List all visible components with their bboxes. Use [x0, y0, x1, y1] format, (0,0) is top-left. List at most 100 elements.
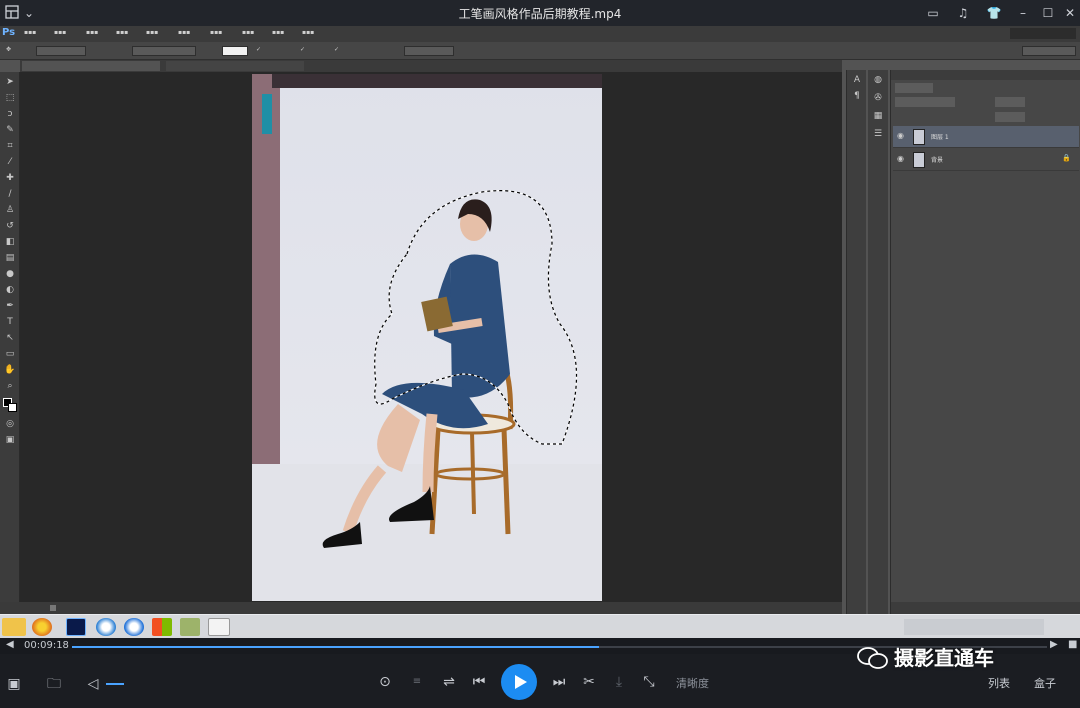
qq-browser-icon[interactable] — [96, 618, 116, 636]
app-window-icon[interactable] — [208, 618, 230, 636]
gallery-icon[interactable] — [180, 618, 200, 636]
box-button[interactable]: 盒子 — [1034, 675, 1056, 691]
ps-menu-item[interactable]: ▪▪▪ — [178, 29, 190, 36]
option-style-select[interactable] — [132, 46, 196, 56]
chat-icon[interactable]: ▭ — [925, 5, 941, 21]
ps-menu-item[interactable]: ▪▪▪ — [242, 29, 254, 36]
browser-icon[interactable] — [32, 618, 52, 636]
blend-mode-select[interactable] — [895, 97, 955, 107]
start-button[interactable] — [2, 618, 26, 636]
visibility-eye-icon[interactable]: ◉ — [897, 154, 904, 163]
eraser-tool-icon[interactable]: ◧ — [4, 236, 16, 248]
brush-tool-icon[interactable]: / — [4, 188, 16, 200]
history-panel-icon[interactable]: ☰ — [872, 128, 884, 140]
hand-tool-icon[interactable]: ✋ — [4, 364, 16, 376]
layers-panel-tabs[interactable] — [891, 70, 1080, 80]
rewind-icon[interactable]: ◀ — [6, 639, 14, 650]
scissors-icon[interactable]: ✂ — [580, 674, 598, 690]
bell-icon[interactable]: ♫ — [955, 5, 971, 21]
status-info-icon[interactable] — [50, 605, 56, 611]
stop-icon[interactable]: ■ — [1068, 639, 1077, 650]
layer-row[interactable]: ◉ 背景 🔒 — [893, 149, 1079, 171]
ps-window-controls[interactable] — [1010, 28, 1076, 39]
next-icon[interactable]: ⏭ — [550, 674, 568, 690]
workspace-select[interactable] — [1022, 46, 1076, 56]
3d-glasses-icon[interactable]: ⊙ — [376, 674, 394, 690]
minimize-icon[interactable]: – — [1015, 5, 1031, 21]
library-icon[interactable]: ▣ — [6, 676, 22, 692]
gradient-tool-icon[interactable]: ▤ — [4, 252, 16, 264]
paragraph-panel-icon[interactable]: ¶ — [851, 90, 863, 102]
color-panel-icon[interactable]: ◍ — [872, 74, 884, 86]
equalizer-icon[interactable]: ⇌ — [440, 674, 458, 690]
dodge-tool-icon[interactable]: ◐ — [4, 284, 16, 296]
ps-menu-item[interactable]: ▪▪▪ — [146, 29, 158, 36]
clarity-button[interactable]: 清晰度 — [676, 675, 709, 691]
option-mode-group[interactable] — [36, 46, 86, 56]
path-select-icon[interactable]: ↖ — [4, 332, 16, 344]
shape-tool-icon[interactable]: ▭ — [4, 348, 16, 360]
ps-menu-item[interactable]: ▪▪▪ — [116, 29, 128, 36]
option-checkbox[interactable]: ✓ — [334, 46, 339, 53]
play-button[interactable] — [501, 664, 537, 700]
history-brush-icon[interactable]: ↺ — [4, 220, 16, 232]
ps-menu-item[interactable]: ▪▪▪ — [272, 29, 284, 36]
ps-options-bar: ✥ ✓ ✓ ✓ — [0, 42, 1080, 60]
type-tool-icon[interactable]: T — [4, 316, 16, 328]
lasso-tool-icon[interactable]: ↄ — [4, 108, 16, 120]
character-panel-icon[interactable]: A — [851, 74, 863, 86]
screen-mode-icon[interactable]: ▣ — [4, 434, 16, 446]
system-tray[interactable] — [904, 619, 1044, 635]
marquee-tool-icon[interactable]: ⬚ — [4, 92, 16, 104]
eyedropper-tool-icon[interactable]: ⁄ — [4, 156, 16, 168]
quick-mask-icon[interactable]: ◎ — [4, 418, 16, 430]
photoshop-window: Ps ▪▪▪ ▪▪▪ ▪▪▪ ▪▪▪ ▪▪▪ ▪▪▪ ▪▪▪ ▪▪▪ ▪▪▪ ▪… — [0, 26, 1080, 615]
ps-menu-item[interactable]: ▪▪▪ — [54, 29, 66, 36]
open-folder-icon[interactable]: 🗀 — [46, 676, 62, 692]
fullscreen-icon[interactable]: ⤡ — [640, 674, 658, 690]
ps-menu-item[interactable]: ▪▪▪ — [210, 29, 222, 36]
doc-tab-active[interactable] — [22, 61, 160, 71]
lasso-tool-icon[interactable]: ✥ — [6, 46, 11, 53]
doc-tab[interactable] — [166, 61, 304, 71]
layer-filter-select[interactable] — [895, 83, 933, 93]
previous-icon[interactable]: ⏮ — [470, 674, 488, 690]
list-button[interactable]: 列表 — [988, 675, 1010, 691]
photoshop-taskbar-icon[interactable] — [66, 618, 86, 636]
ps-menu-item[interactable]: ▪▪▪ — [24, 29, 36, 36]
layers-footer-buttons[interactable] — [891, 602, 1080, 614]
background-color-swatch[interactable] — [8, 403, 17, 412]
adjust-panel-icon[interactable]: ✇ — [872, 92, 884, 104]
refine-edge-button[interactable] — [404, 46, 454, 56]
styles-panel-icon[interactable]: ▦ — [872, 110, 884, 122]
option-checkbox[interactable]: ✓ — [256, 46, 261, 53]
volume-icon[interactable]: ◁ — [86, 676, 100, 692]
document-photo[interactable] — [252, 74, 602, 601]
skin-icon[interactable]: 👕 — [986, 5, 1002, 21]
subtitle-icon[interactable]: ≡ — [408, 674, 426, 690]
ps-canvas-area[interactable] — [20, 72, 842, 612]
visibility-eye-icon[interactable]: ◉ — [897, 131, 904, 140]
quick-select-tool-icon[interactable]: ✎ — [4, 124, 16, 136]
ie-icon[interactable] — [124, 618, 144, 636]
ps-menu-item[interactable]: ▪▪▪ — [302, 29, 314, 36]
stamp-tool-icon[interactable]: ♙ — [4, 204, 16, 216]
option-checkbox[interactable]: ✓ — [300, 46, 305, 53]
zoom-tool-icon[interactable]: ⌕ — [4, 380, 16, 392]
crop-tool-icon[interactable]: ⌗ — [4, 140, 16, 152]
download-icon[interactable]: ⤓ — [610, 674, 628, 690]
move-tool-icon[interactable]: ➤ — [4, 76, 16, 88]
forward-icon[interactable]: ▶ — [1050, 639, 1058, 650]
layer-row[interactable]: ◉ 图层 1 — [893, 126, 1079, 148]
opacity-field[interactable] — [995, 97, 1025, 107]
maximize-icon[interactable]: ☐ — [1040, 5, 1056, 21]
ps-menu-item[interactable]: ▪▪▪ — [86, 29, 98, 36]
healing-tool-icon[interactable]: ✚ — [4, 172, 16, 184]
blur-tool-icon[interactable]: ● — [4, 268, 16, 280]
fill-field[interactable] — [995, 112, 1025, 122]
windows-app-icon[interactable] — [152, 618, 172, 636]
option-feather-input[interactable] — [222, 46, 248, 56]
close-icon[interactable]: ✕ — [1062, 5, 1078, 21]
pen-tool-icon[interactable]: ✒ — [4, 300, 16, 312]
volume-slider[interactable] — [106, 683, 124, 685]
